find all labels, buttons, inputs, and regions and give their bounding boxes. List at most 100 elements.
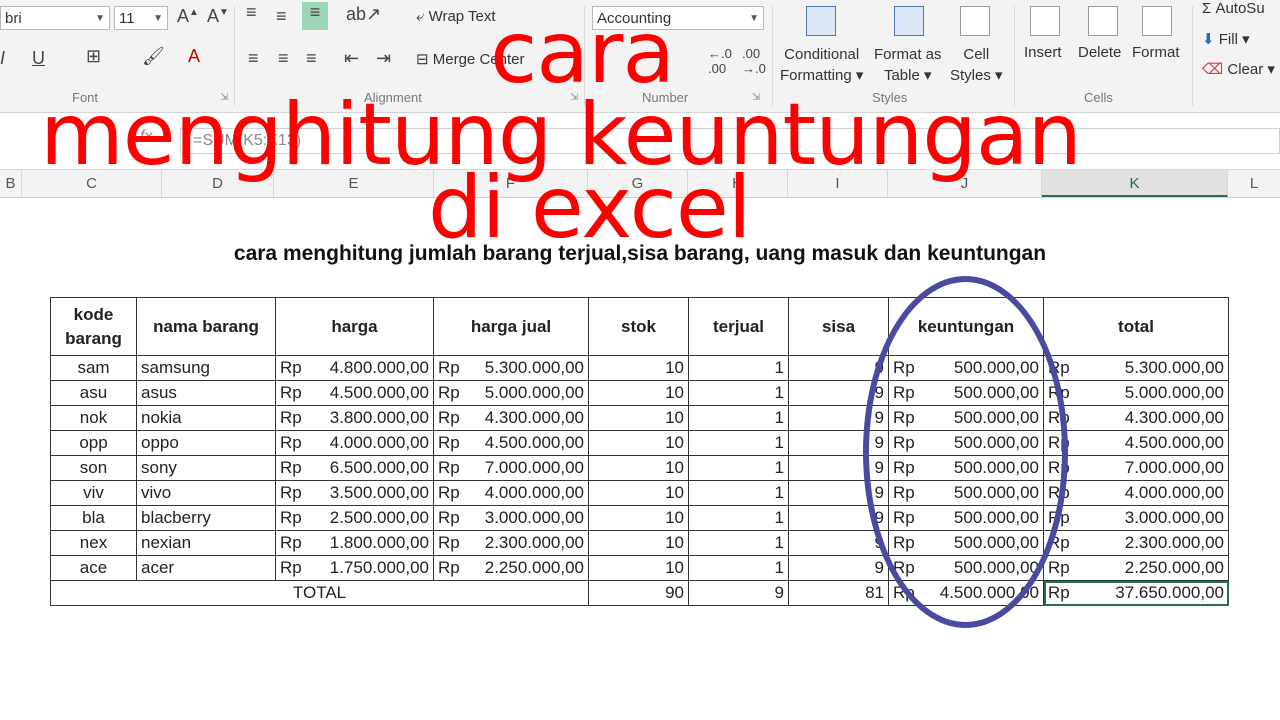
align-center-icon[interactable]: ≡ [278,48,289,69]
cell-total[interactable]: Rp 5.000.000,00 [1043,380,1229,406]
cell-harga[interactable]: Rp 3.800.000,00 [275,405,434,431]
cell-terjual[interactable]: 1 [688,505,789,531]
cell-keuntungan[interactable]: Rp 500.000,00 [888,380,1044,406]
conditional-formatting-button[interactable]: Conditional Formatting ▾ [780,44,863,86]
header-keuntungan[interactable]: keuntungan [888,297,1044,356]
cell-keuntungan[interactable]: Rp 500.000,00 [888,430,1044,456]
header-harga-jual[interactable]: harga jual [433,297,589,356]
cell-harga-jual[interactable]: Rp 3.000.000,00 [433,505,589,531]
cell-terjual[interactable]: 1 [688,355,789,381]
cell-kode[interactable]: nok [50,405,137,431]
cell-sisa[interactable]: 9 [788,455,889,481]
align-bottom-icon[interactable]: ≡ [302,2,328,30]
cell-total[interactable]: Rp 4.300.000,00 [1043,405,1229,431]
cell-total[interactable]: Rp 5.300.000,00 [1043,355,1229,381]
total-terjual[interactable]: 9 [688,580,789,606]
cell-stok[interactable]: 10 [588,530,689,556]
cell-styles-button[interactable]: Cell Styles ▾ [950,44,1003,86]
cell-harga[interactable]: Rp 6.500.000,00 [275,455,434,481]
cell-harga-jual[interactable]: Rp 4.300.000,00 [433,405,589,431]
cell-stok[interactable]: 10 [588,430,689,456]
cell-terjual[interactable]: 1 [688,405,789,431]
cell-harga[interactable]: Rp 1.750.000,00 [275,555,434,581]
cell-stok[interactable]: 10 [588,505,689,531]
cell-keuntungan[interactable]: Rp 500.000,00 [888,555,1044,581]
cell-harga-jual[interactable]: Rp 2.300.000,00 [433,530,589,556]
cell-stok[interactable]: 10 [588,405,689,431]
cell-keuntungan[interactable]: Rp 500.000,00 [888,505,1044,531]
cell-kode[interactable]: nex [50,530,137,556]
increase-font-icon[interactable]: A▲ [177,6,199,27]
cell-kode[interactable]: viv [50,480,137,506]
cell-stok[interactable]: 10 [588,555,689,581]
font-color-icon[interactable]: A [188,46,200,67]
cell-harga[interactable]: Rp 4.000.000,00 [275,430,434,456]
cell-total[interactable]: Rp 4.500.000,00 [1043,430,1229,456]
cell-nama[interactable]: nexian [136,530,276,556]
cell-terjual[interactable]: 1 [688,380,789,406]
cell-kode[interactable]: sam [50,355,137,381]
cell-sisa[interactable]: 9 [788,480,889,506]
cell-stok[interactable]: 10 [588,480,689,506]
header-nama-barang[interactable]: nama barang [136,297,276,356]
cell-nama[interactable]: sony [136,455,276,481]
wrap-text-button[interactable]: ⤶ Wrap Text [416,8,496,25]
cell-stok[interactable]: 10 [588,355,689,381]
cell-sisa[interactable]: 9 [788,430,889,456]
increase-decimal-icon[interactable]: ←.0.00 [708,46,732,76]
cell-harga-jual[interactable]: Rp 4.000.000,00 [433,480,589,506]
cell-total[interactable]: Rp 2.300.000,00 [1043,530,1229,556]
insert-button[interactable]: Insert [1024,44,1062,61]
cell-stok[interactable]: 10 [588,455,689,481]
cell-harga[interactable]: Rp 2.500.000,00 [275,505,434,531]
cell-harga-jual[interactable]: Rp 7.000.000,00 [433,455,589,481]
fill-color-icon[interactable]: 🖌 [142,46,165,67]
cell-sisa[interactable]: 9 [788,405,889,431]
increase-indent-icon[interactable]: ⇥ [376,48,391,69]
cell-nama[interactable]: oppo [136,430,276,456]
cell-keuntungan[interactable]: Rp 500.000,00 [888,530,1044,556]
header-kode-barang[interactable]: kode barang [50,297,137,356]
cell-harga-jual[interactable]: Rp 5.300.000,00 [433,355,589,381]
decrease-indent-icon[interactable]: ⇤ [344,48,359,69]
header-sisa[interactable]: sisa [788,297,889,356]
cell-sisa[interactable]: 9 [788,380,889,406]
cell-kode[interactable]: bla [50,505,137,531]
cell-kode[interactable]: son [50,455,137,481]
cell-kode[interactable]: opp [50,430,137,456]
delete-button[interactable]: Delete [1078,44,1121,61]
orientation-icon[interactable]: ab↗ [346,4,381,25]
align-left-icon[interactable]: ≡ [248,48,259,69]
header-harga[interactable]: harga [275,297,434,356]
cell-total[interactable]: Rp 3.000.000,00 [1043,505,1229,531]
cell-nama[interactable]: vivo [136,480,276,506]
total-sisa[interactable]: 81 [788,580,889,606]
column-header[interactable]: B [0,170,22,197]
underline-icon[interactable]: U [32,48,45,69]
cell-nama[interactable]: nokia [136,405,276,431]
cell-terjual[interactable]: 1 [688,430,789,456]
cell-total[interactable]: Rp 2.250.000,00 [1043,555,1229,581]
total-keuntungan[interactable]: Rp 4.500.000,00 [888,580,1044,606]
column-header[interactable]: L [1228,170,1280,197]
cell-harga[interactable]: Rp 4.800.000,00 [275,355,434,381]
font-name-select[interactable]: bri ▼ [0,6,110,30]
decrease-decimal-icon[interactable]: .00 →.0 [742,46,766,76]
cell-harga[interactable]: Rp 3.500.000,00 [275,480,434,506]
format-button[interactable]: Format [1132,44,1180,61]
decrease-font-icon[interactable]: A▼ [207,6,229,27]
cell-sisa[interactable]: 9 [788,555,889,581]
cell-terjual[interactable]: 1 [688,555,789,581]
total-total-selected[interactable]: Rp 37.650.000,00 [1043,580,1229,606]
cell-keuntungan[interactable]: Rp 500.000,00 [888,455,1044,481]
cell-keuntungan[interactable]: Rp 500.000,00 [888,405,1044,431]
align-right-icon[interactable]: ≡ [306,48,317,69]
cell-stok[interactable]: 10 [588,380,689,406]
cell-kode[interactable]: ace [50,555,137,581]
total-stok[interactable]: 90 [588,580,689,606]
cell-sisa[interactable]: 9 [788,530,889,556]
font-size-select[interactable]: 11 ▼ [114,6,168,30]
header-terjual[interactable]: terjual [688,297,789,356]
cell-terjual[interactable]: 1 [688,530,789,556]
cell-terjual[interactable]: 1 [688,480,789,506]
